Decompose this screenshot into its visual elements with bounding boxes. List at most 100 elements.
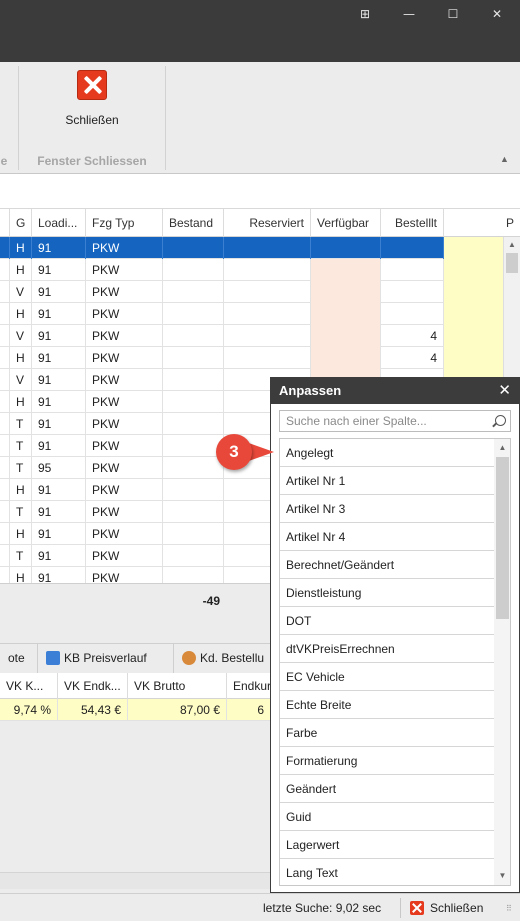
cell-verfuegbar: [311, 325, 381, 347]
column-search-input[interactable]: Suche nach einer Spalte...: [279, 410, 511, 432]
cell-bestellt: [381, 237, 444, 259]
tab-ote[interactable]: ote: [0, 644, 38, 673]
scrollbar-thumb[interactable]: [506, 253, 518, 273]
column-list-item[interactable]: Guid: [280, 803, 495, 831]
horizontal-scrollbar[interactable]: [0, 872, 270, 889]
column-list-item[interactable]: Echte Breite: [280, 691, 495, 719]
cell-fzg-typ: PKW: [86, 435, 163, 457]
cell-spacer: [0, 391, 10, 413]
cell-loading: 95: [32, 457, 86, 479]
scroll-up-icon[interactable]: ▲: [498, 443, 507, 452]
column-header-bestand[interactable]: Bestand: [163, 209, 224, 237]
cell-bestand: [163, 567, 224, 583]
search-placeholder: Suche nach einer Spalte...: [286, 414, 427, 428]
scrollbar-thumb[interactable]: [496, 457, 509, 619]
cell-reserviert: [224, 325, 311, 347]
cell-fzg-typ: PKW: [86, 237, 163, 259]
scroll-up-icon[interactable]: ▲: [508, 240, 516, 249]
maximize-button[interactable]: ☐: [438, 4, 468, 24]
restore-icon[interactable]: ⊞: [350, 4, 380, 24]
table-row[interactable]: H 91 PKW 4: [0, 347, 504, 369]
cell-spacer: [0, 325, 10, 347]
ribbon-group-label-partial: e: [0, 154, 8, 168]
cell-spacer: [0, 413, 10, 435]
table-row[interactable]: H 91 PKW: [0, 237, 504, 259]
tab-kd-bestellung[interactable]: Kd. Bestellu: [174, 644, 274, 673]
scroll-down-icon[interactable]: ▼: [498, 871, 507, 880]
column-list-item[interactable]: Berechnet/Geändert: [280, 551, 495, 579]
cell-endkunde: 6: [257, 703, 264, 717]
resize-grip-icon[interactable]: ⠿: [506, 904, 516, 914]
column-header-fzg-typ[interactable]: Fzg Typ: [86, 209, 163, 237]
column-header-reserviert[interactable]: Reserviert: [224, 209, 311, 237]
column-header-verfuegbar[interactable]: Verfügbar: [311, 209, 381, 237]
ribbon-collapse-icon[interactable]: ▲: [500, 154, 512, 164]
cell-spacer: [0, 435, 10, 457]
cell-fzg-typ: PKW: [86, 523, 163, 545]
cell-spacer: [0, 281, 10, 303]
cell-bestand: [163, 237, 224, 259]
cell-loading: 91: [32, 259, 86, 281]
column-header-vk-endk[interactable]: VK Endk...: [58, 673, 128, 699]
column-header-loading[interactable]: Loadi...: [32, 209, 86, 237]
column-list[interactable]: Lang Text Lagerwert Guid Geändert Formatieru…: [279, 438, 511, 886]
cell-verfuegbar: [311, 259, 381, 281]
cell-spacer: [0, 567, 10, 583]
cell-bestellt: [381, 281, 444, 303]
cell-fzg-typ: PKW: [86, 303, 163, 325]
column-list-item[interactable]: Farbe: [280, 719, 495, 747]
column-header-vk-k[interactable]: VK K...: [0, 673, 58, 699]
step-callout: 3: [216, 434, 276, 470]
filter-strip: [0, 175, 520, 209]
cell-verfuegbar: [311, 347, 381, 369]
table-row[interactable]: H 91 PKW: [0, 259, 504, 281]
close-icon[interactable]: [410, 901, 424, 915]
column-header-p[interactable]: P: [444, 209, 520, 237]
tab-kb-preisverlauf[interactable]: KB Preisverlauf: [38, 644, 174, 673]
status-close-button[interactable]: Schließen: [430, 901, 483, 915]
callout-number: 3: [216, 434, 252, 470]
column-list-item[interactable]: Lagerwert: [280, 831, 495, 859]
cell-spacer: [0, 523, 10, 545]
column-list-item[interactable]: dtVKPreisErrechnen: [280, 635, 495, 663]
ribbon-group-label: Fenster Schliessen: [37, 154, 147, 168]
panel-close-button[interactable]: ✕: [498, 378, 511, 404]
column-list-item[interactable]: Formatierung: [280, 747, 495, 775]
table-row[interactable]: V 91 PKW 4: [0, 325, 504, 347]
cell-g: H: [10, 237, 32, 259]
column-list-item[interactable]: Artikel Nr 4: [280, 523, 495, 551]
cell-g: V: [10, 325, 32, 347]
cell-bestand: [163, 435, 224, 457]
person-icon: [182, 651, 196, 665]
column-list-item[interactable]: Dienstleistung: [280, 579, 495, 607]
table-row[interactable]: H 91 PKW: [0, 303, 504, 325]
minimize-button[interactable]: —: [394, 4, 424, 24]
column-header-g[interactable]: G: [10, 209, 32, 237]
cell-bestand: [163, 545, 224, 567]
cell-spacer: [0, 237, 10, 259]
cell-reserviert: [224, 237, 311, 259]
close-icon[interactable]: [77, 70, 107, 100]
cell-vk-endk: 54,43 €: [58, 699, 128, 721]
column-list-item[interactable]: Lang Text: [280, 859, 495, 885]
column-header-vk-brutto[interactable]: VK Brutto: [128, 673, 227, 699]
column-list-item[interactable]: Geändert: [280, 775, 495, 803]
close-button-label[interactable]: Schließen: [40, 113, 144, 127]
cell-reserviert: [224, 303, 311, 325]
column-list-item[interactable]: DOT: [280, 607, 495, 635]
column-list-item[interactable]: EC Vehicle: [280, 663, 495, 691]
table-row[interactable]: V 91 PKW: [0, 281, 504, 303]
cell-spacer: [0, 369, 10, 391]
column-list-item[interactable]: Artikel Nr 3: [280, 495, 495, 523]
cell-g: V: [10, 369, 32, 391]
close-window-button[interactable]: ✕: [482, 4, 512, 24]
column-list-item[interactable]: Artikel Nr 1: [280, 467, 495, 495]
column-header-bestellt[interactable]: Bestelllt: [381, 209, 444, 237]
list-scrollbar[interactable]: ▲ ▼: [494, 439, 510, 885]
cell-p: [444, 347, 504, 369]
cell-loading: 91: [32, 479, 86, 501]
summary-value: -49: [202, 594, 220, 608]
cell-spacer: [0, 259, 10, 281]
cell-bestand: [163, 457, 224, 479]
column-list-item[interactable]: Angelegt: [280, 439, 495, 467]
